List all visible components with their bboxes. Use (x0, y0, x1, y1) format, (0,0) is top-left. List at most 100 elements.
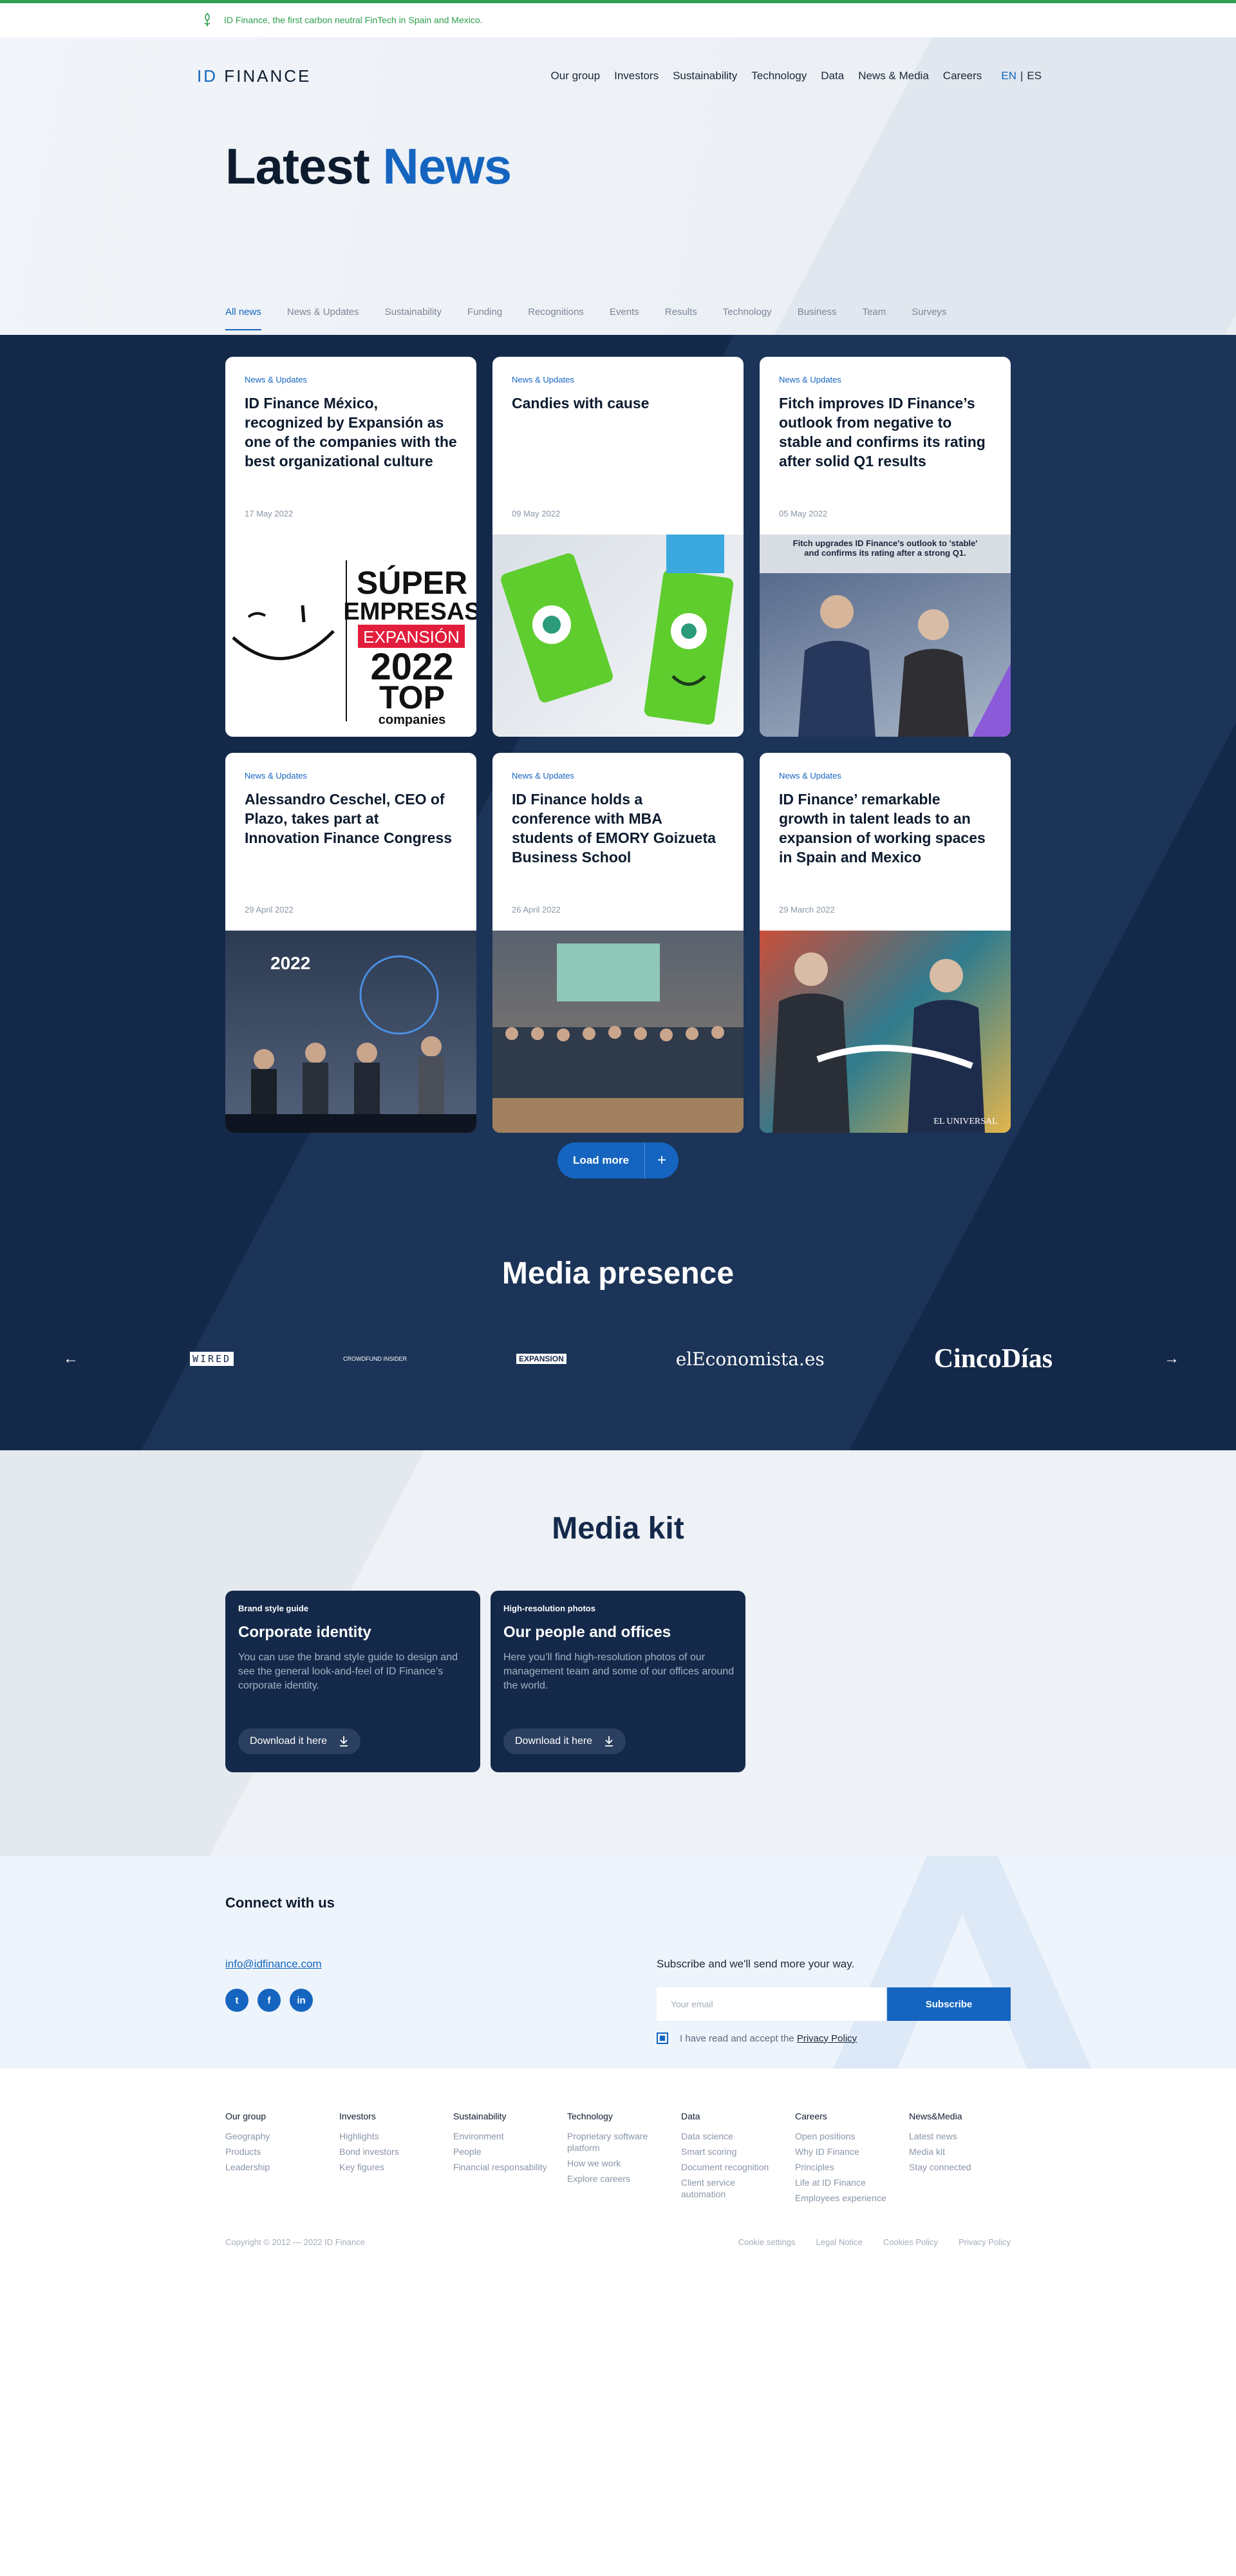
tab-sustainability[interactable]: Sustainability (385, 307, 442, 330)
footer-link[interactable]: Explore careers (567, 2173, 657, 2184)
download-button[interactable]: Download it here (238, 1728, 361, 1754)
card-title[interactable]: Fitch improves ID Finance’s outlook from… (779, 393, 991, 471)
footer-link[interactable]: Highlights (339, 2130, 429, 2142)
card-title[interactable]: ID Finance México, recognized by Expansi… (245, 393, 457, 471)
footer-heading[interactable]: Investors (339, 2111, 453, 2121)
card-title[interactable]: Candies with cause (512, 393, 724, 413)
footer-heading[interactable]: Sustainability (453, 2111, 567, 2121)
footer-link[interactable]: Financial responsability (453, 2161, 556, 2173)
tab-technology[interactable]: Technology (723, 307, 772, 330)
id-finance-logo[interactable]: ID FINANCE (197, 66, 311, 86)
footer-link[interactable]: Open positions (795, 2130, 885, 2142)
arrow-right-icon[interactable]: → (1162, 1350, 1181, 1368)
news-card[interactable]: News & Updates Alessandro Ceschel, CEO o… (225, 753, 476, 1133)
load-more-button[interactable]: Load more + (557, 1142, 679, 1179)
tab-business[interactable]: Business (798, 307, 837, 330)
cinco-dias-logo[interactable]: CincoDías (934, 1343, 1053, 1374)
nav-our-group[interactable]: Our group (551, 70, 601, 82)
card-title[interactable]: ID Finance holds a conference with MBA s… (512, 790, 724, 867)
email-field[interactable] (657, 1987, 886, 2021)
tab-events[interactable]: Events (610, 307, 639, 330)
news-card[interactable]: News & Updates ID Finance’ remarkable gr… (760, 753, 1011, 1133)
footer-link[interactable]: Document recognition (681, 2161, 784, 2173)
tab-surveys[interactable]: Surveys (912, 307, 946, 330)
lang-es[interactable]: ES (1027, 70, 1042, 82)
footer-link[interactable]: Client service automation (681, 2177, 771, 2200)
tab-recognitions[interactable]: Recognitions (528, 307, 584, 330)
privacy-checkbox[interactable] (657, 2032, 668, 2044)
nav-technology[interactable]: Technology (751, 70, 807, 82)
twitter-icon[interactable]: t (225, 1989, 248, 2012)
footer-link[interactable]: Media kit (909, 2146, 999, 2157)
card-tag[interactable]: News & Updates (779, 375, 991, 384)
card-tag[interactable]: News & Updates (512, 771, 724, 781)
footer-link[interactable]: Environment (453, 2130, 543, 2142)
contact-email-link[interactable]: info@idfinance.com (225, 1958, 322, 1971)
footer-link[interactable]: Why ID Finance (795, 2146, 885, 2157)
card-tag[interactable]: News & Updates (512, 375, 724, 384)
language-switcher: EN | ES (1001, 70, 1042, 82)
media-kit-section: Media kit Brand style guide Corporate id… (0, 1450, 1236, 1856)
news-card[interactable]: News & Updates ID Finance México, recogn… (225, 357, 476, 737)
nav-data[interactable]: Data (821, 70, 844, 82)
crowdfund-insider-logo[interactable]: CROWDFUND INSIDER (343, 1356, 407, 1362)
copyright-text: Copyright © 2012 — 2022 ID Finance (225, 2237, 365, 2247)
nav-news-media[interactable]: News & Media (858, 70, 929, 82)
facebook-icon[interactable]: f (258, 1989, 281, 2012)
footer-columns: Our group Geography Products Leadership … (225, 2111, 1023, 2208)
footer-link[interactable]: Principles (795, 2161, 885, 2173)
footer-link[interactable]: Stay connected (909, 2161, 999, 2173)
news-card[interactable]: News & Updates ID Finance holds a confer… (492, 753, 744, 1133)
footer-heading[interactable]: News&Media (909, 2111, 1023, 2121)
download-button[interactable]: Download it here (503, 1728, 626, 1754)
lang-en[interactable]: EN (1001, 70, 1016, 82)
tab-funding[interactable]: Funding (467, 307, 502, 330)
card-title[interactable]: Alessandro Ceschel, CEO of Plazo, takes … (245, 790, 457, 848)
footer-link[interactable]: Latest news (909, 2130, 999, 2142)
tab-team[interactable]: Team (863, 307, 886, 330)
footer-link[interactable]: How we work (567, 2157, 657, 2169)
connect-section: Connect with us info@idfinance.com t f i… (0, 1856, 1236, 2069)
footer-heading[interactable]: Our group (225, 2111, 339, 2121)
card-tag[interactable]: News & Updates (245, 771, 457, 781)
card-title[interactable]: ID Finance’ remarkable growth in talent … (779, 790, 991, 867)
tab-all-news[interactable]: All news (225, 307, 261, 330)
card-tag[interactable]: News & Updates (245, 375, 457, 384)
card-tag[interactable]: News & Updates (779, 771, 991, 781)
nav-sustainability[interactable]: Sustainability (673, 70, 737, 82)
privacy-policy-footer-link[interactable]: Privacy Policy (959, 2237, 1011, 2247)
footer-link[interactable]: Employees experience (795, 2192, 898, 2204)
legal-notice-link[interactable]: Legal Notice (816, 2237, 863, 2247)
footer-link[interactable]: Products (225, 2146, 315, 2157)
tab-results[interactable]: Results (665, 307, 697, 330)
wired-logo[interactable]: WIRED (189, 1352, 234, 1366)
footer-link[interactable]: Leadership (225, 2161, 315, 2173)
footer-heading[interactable]: Careers (795, 2111, 909, 2121)
el-economista-logo[interactable]: elEconomista.es (676, 1349, 825, 1370)
footer-link[interactable]: Smart scoring (681, 2146, 771, 2157)
news-card[interactable]: News & Updates Candies with cause 09 May… (492, 357, 744, 737)
footer-link[interactable]: Key figures (339, 2161, 429, 2173)
privacy-policy-link[interactable]: Privacy Policy (797, 2033, 857, 2044)
footer-link[interactable]: Geography (225, 2130, 315, 2142)
footer-heading[interactable]: Technology (567, 2111, 681, 2121)
footer-col-careers: Careers Open positions Why ID Finance Pr… (795, 2111, 909, 2208)
footer-link[interactable]: People (453, 2146, 543, 2157)
footer-link[interactable]: Bond investors (339, 2146, 429, 2157)
linkedin-icon[interactable]: in (290, 1989, 313, 2012)
nav-careers[interactable]: Careers (943, 70, 982, 82)
arrow-left-icon[interactable]: ← (61, 1350, 80, 1368)
footer-col-news-media: News&Media Latest news Media kit Stay co… (909, 2111, 1023, 2208)
cookie-settings-link[interactable]: Cookie settings (738, 2237, 796, 2247)
news-card[interactable]: News & Updates Fitch improves ID Finance… (760, 357, 1011, 737)
footer-link[interactable]: Proprietary software platform (567, 2130, 657, 2154)
footer-heading[interactable]: Data (681, 2111, 795, 2121)
tab-news-updates[interactable]: News & Updates (287, 307, 359, 330)
footer-link[interactable]: Life at ID Finance (795, 2177, 885, 2188)
subscribe-button[interactable]: Subscribe (887, 1987, 1011, 2021)
footer-link[interactable]: Data science (681, 2130, 771, 2142)
kit-card-people-offices: High-resolution photos Our people and of… (491, 1591, 745, 1772)
expansion-logo[interactable]: EXPANSION (516, 1354, 566, 1364)
cookies-policy-link[interactable]: Cookies Policy (883, 2237, 938, 2247)
nav-investors[interactable]: Investors (614, 70, 659, 82)
